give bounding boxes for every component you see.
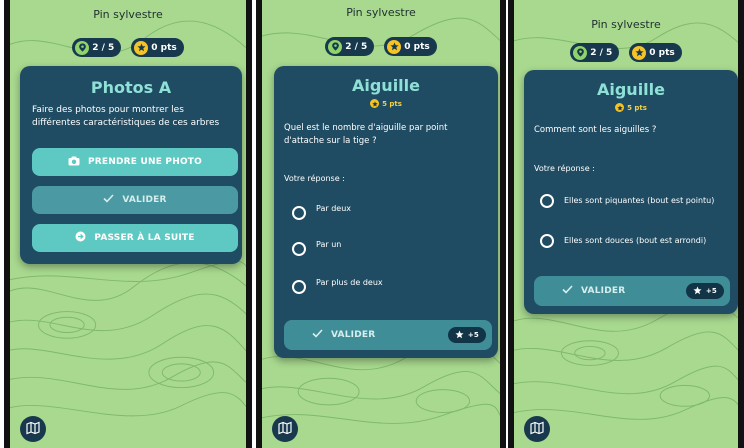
points-badge: 0 pts xyxy=(384,37,437,56)
progress-badge: 2 / 5 xyxy=(570,43,620,62)
question-text: Comment sont les aiguilles ? xyxy=(534,125,657,135)
question-points-text: 5 pts xyxy=(627,103,647,112)
points-text: 0 pts xyxy=(649,47,675,58)
card-title: Photos A xyxy=(90,78,172,97)
star-icon xyxy=(134,40,149,55)
points-badge: 0 pts xyxy=(131,38,184,57)
status-badges: 2 / 5 0 pts xyxy=(514,43,738,62)
location-title: Pin sylvestre xyxy=(93,8,163,21)
task-description: Faire des photos pour montrer les différ… xyxy=(32,105,220,128)
progress-badge: 2 / 5 xyxy=(325,37,375,56)
location-pin-icon xyxy=(328,39,343,54)
answer-option-label: Par un xyxy=(316,240,342,249)
status-badges: 2 / 5 0 pts xyxy=(262,37,500,56)
location-pin-icon xyxy=(573,45,588,60)
validate-label: VALIDER xyxy=(122,195,167,205)
star-icon xyxy=(615,103,625,112)
star-icon xyxy=(632,45,647,60)
next-label: PASSER À LA SUITE xyxy=(94,233,195,243)
question-card: Aiguille 5 pts Comment sont les aiguille… xyxy=(524,70,738,314)
location-pin-icon xyxy=(75,40,90,55)
take-photo-button[interactable]: PRENDRE UNE PHOTO xyxy=(32,148,238,176)
map-button[interactable] xyxy=(20,416,46,442)
phone-screen-3: Pin sylvestre 2 / 5 0 pts Aiguille 5 pts… xyxy=(508,0,744,448)
progress-text: 2 / 5 xyxy=(345,41,368,52)
question-card: Aiguille 5 pts Quel est le nombre d'aigu… xyxy=(274,66,498,358)
map-icon xyxy=(278,420,292,439)
progress-text: 2 / 5 xyxy=(590,47,613,58)
answer-option[interactable]: Elles sont douces (bout est arrondi) xyxy=(540,234,728,248)
question-points: 5 pts xyxy=(274,99,498,108)
validate-button[interactable]: VALIDER +5 xyxy=(534,276,730,306)
phone-screen-2: Pin sylvestre 2 / 5 0 pts Aiguille 5 pts… xyxy=(256,0,506,448)
radio-button[interactable] xyxy=(292,280,306,294)
radio-button[interactable] xyxy=(540,234,554,248)
star-icon xyxy=(693,286,702,297)
answer-option[interactable]: Par plus de deux xyxy=(292,278,383,294)
points-text: 0 pts xyxy=(404,41,430,52)
card-title: Aiguille xyxy=(351,76,420,95)
location-title: Pin sylvestre xyxy=(346,6,416,19)
reward-text: +5 xyxy=(467,331,479,339)
answer-option-label: Par plus de deux xyxy=(316,278,383,287)
question-points: 5 pts xyxy=(524,103,738,112)
status-badges: 2 / 5 0 pts xyxy=(10,38,246,57)
location-title: Pin sylvestre xyxy=(591,18,661,31)
map-icon xyxy=(530,420,544,439)
map-icon xyxy=(26,420,40,439)
points-badge: 0 pts xyxy=(629,43,682,62)
check-icon xyxy=(562,285,573,297)
progress-text: 2 / 5 xyxy=(92,42,115,53)
card-title: Aiguille xyxy=(596,80,665,99)
progress-badge: 2 / 5 xyxy=(72,38,122,57)
arrow-right-circle-icon xyxy=(75,231,86,245)
map-button[interactable] xyxy=(272,416,298,442)
star-icon xyxy=(387,39,402,54)
star-icon xyxy=(455,330,464,341)
radio-button[interactable] xyxy=(292,206,306,220)
next-button[interactable]: PASSER À LA SUITE xyxy=(32,224,238,252)
camera-icon xyxy=(68,156,80,169)
question-points-text: 5 pts xyxy=(382,99,402,108)
question-text: Quel est le nombre d'aiguille par point … xyxy=(284,123,448,146)
radio-button[interactable] xyxy=(292,242,306,256)
check-icon xyxy=(103,194,114,206)
answer-option[interactable]: Par deux xyxy=(292,204,352,220)
map-button[interactable] xyxy=(524,416,550,442)
check-icon xyxy=(312,329,323,341)
answer-option[interactable]: Elles sont piquantes (bout est pointu) xyxy=(540,194,728,208)
validate-label: VALIDER xyxy=(331,330,376,340)
reward-pill: +5 xyxy=(447,327,486,343)
photo-task-card: Photos A Faire des photos pour montrer l… xyxy=(20,66,242,264)
validate-button[interactable]: VALIDER +5 xyxy=(284,320,492,350)
answer-option[interactable]: Par un xyxy=(292,240,342,256)
validate-label: VALIDER xyxy=(581,286,626,296)
answer-option-label: Par deux xyxy=(316,204,352,213)
answer-label: Votre réponse : xyxy=(284,174,345,183)
answer-option-label: Elles sont douces (bout est arrondi) xyxy=(564,236,707,245)
reward-pill: +5 xyxy=(685,283,724,299)
take-photo-label: PRENDRE UNE PHOTO xyxy=(88,157,202,167)
radio-button[interactable] xyxy=(540,194,554,208)
reward-text: +5 xyxy=(705,287,717,295)
answer-option-label: Elles sont piquantes (bout est pointu) xyxy=(564,196,715,205)
validate-button[interactable]: VALIDER xyxy=(32,186,238,214)
phone-screen-1: Pin sylvestre 2 / 5 0 pts Photos A Faire… xyxy=(4,0,252,448)
answer-label: Votre réponse : xyxy=(534,164,595,173)
star-icon xyxy=(370,99,380,108)
points-text: 0 pts xyxy=(151,42,177,53)
